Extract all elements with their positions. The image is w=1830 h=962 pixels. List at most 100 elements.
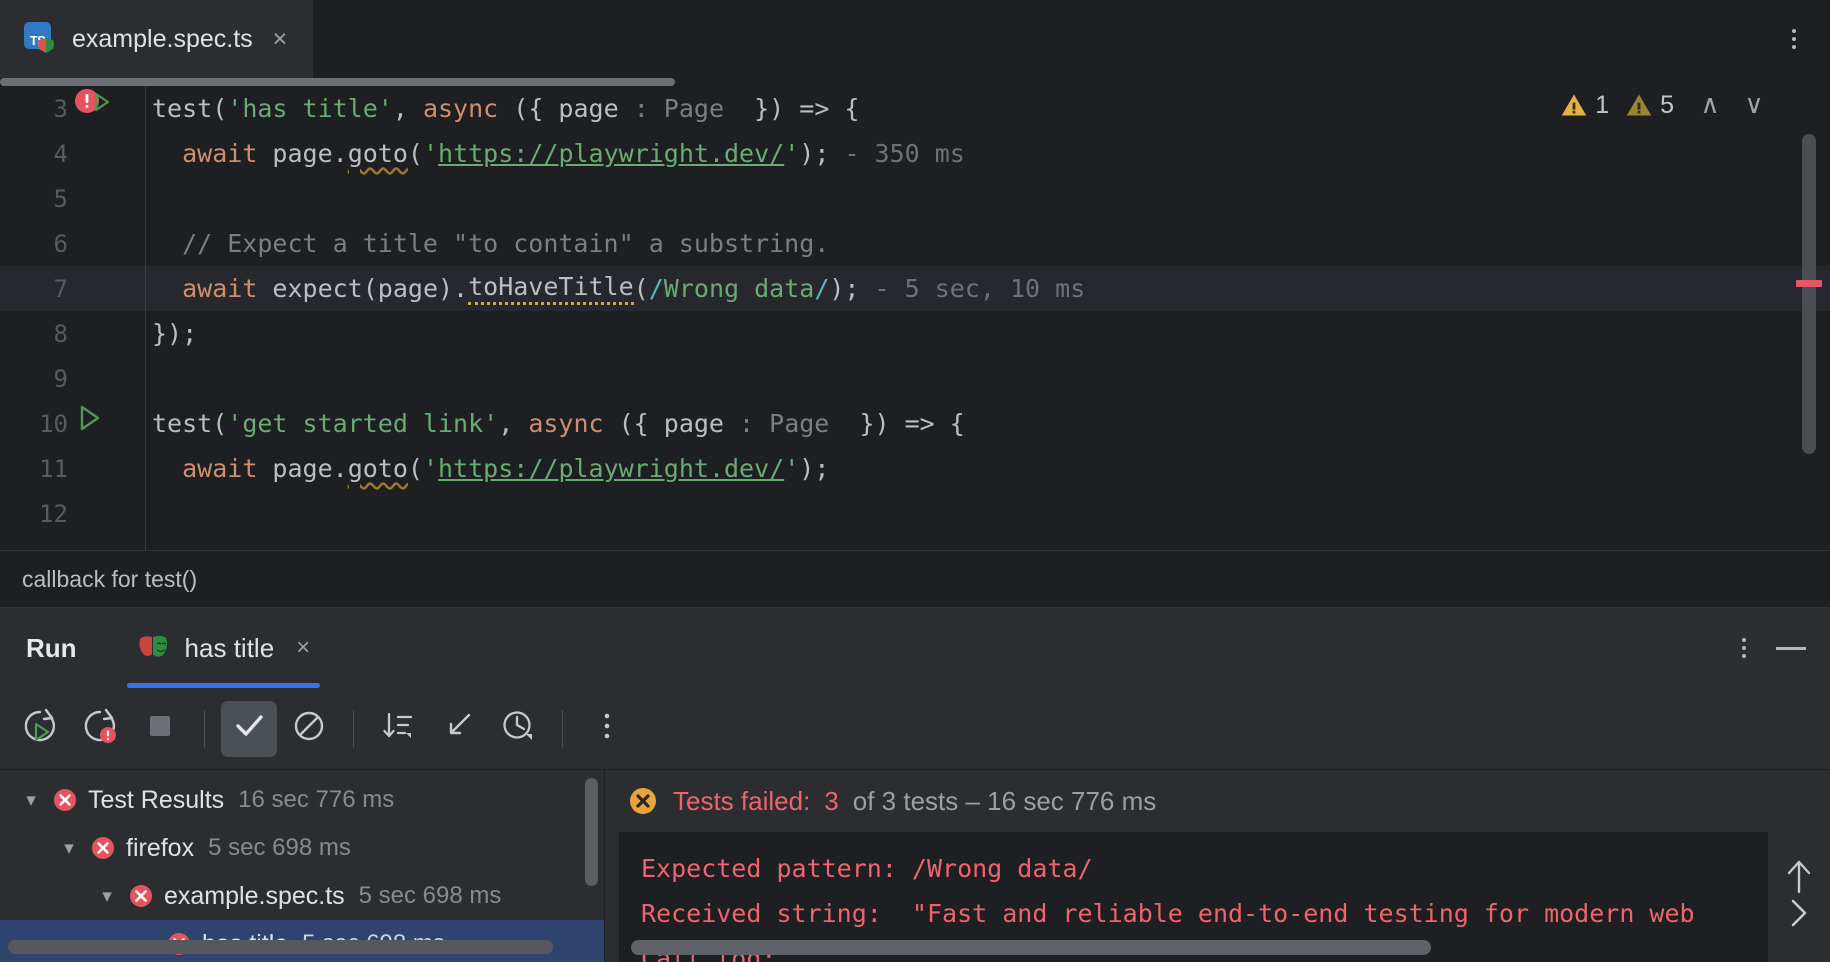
- gutter-row[interactable]: 9: [0, 356, 145, 401]
- code-line[interactable]: [146, 356, 1830, 401]
- sort-tests-button[interactable]: [370, 701, 426, 757]
- test-history-button[interactable]: [490, 701, 546, 757]
- chevron-down-icon[interactable]: ▾: [14, 789, 48, 811]
- test-tree-row[interactable]: ▾Test Results16 sec 776 ms: [0, 776, 604, 824]
- test-failed-icon: [51, 786, 79, 814]
- ide-window: TS example.spec.ts ×: [0, 0, 1830, 962]
- test-console-output[interactable]: Expected pattern: /Wrong data/Received s…: [619, 832, 1830, 962]
- tree-vertical-scrollbar[interactable]: [585, 778, 598, 886]
- toolbar-separator: [562, 710, 563, 748]
- run-toolbar: [0, 688, 1830, 770]
- code-line[interactable]: [146, 491, 1830, 536]
- code-token: Wrong data: [664, 274, 815, 303]
- run-header-actions: [1734, 630, 1806, 666]
- test-results-tree-pane[interactable]: ▾Test Results16 sec 776 ms▾firefox5 sec …: [0, 770, 605, 962]
- code-line[interactable]: await expect(page).toHaveTitle(/Wrong da…: [146, 266, 1830, 311]
- chevron-down-icon[interactable]: ▾: [52, 837, 86, 859]
- hide-ignored-toggle[interactable]: [281, 701, 337, 757]
- next-problem-button[interactable]: ∨: [1734, 90, 1774, 120]
- previous-problem-button[interactable]: ∧: [1690, 90, 1730, 120]
- code-line[interactable]: [146, 176, 1830, 221]
- code-token: );: [799, 139, 844, 168]
- stop-button[interactable]: [132, 701, 188, 757]
- code-token: await: [182, 139, 257, 168]
- code-token: [152, 274, 182, 303]
- code-token: 'get started link': [227, 409, 498, 438]
- gutter-row[interactable]: 3: [0, 86, 145, 131]
- editor-code-area[interactable]: test('has title', async ({ page : Page }…: [146, 86, 1830, 550]
- editor-tab-example-spec-ts[interactable]: TS example.spec.ts ×: [0, 0, 313, 78]
- console-horizontal-scrollbar[interactable]: [631, 940, 1431, 955]
- tests-total-label: of 3 tests – 16 sec 776 ms: [853, 786, 1157, 817]
- close-icon[interactable]: ×: [273, 27, 288, 52]
- code-line[interactable]: });: [146, 311, 1830, 356]
- test-tree-row[interactable]: ▾ firefox 5 sec 698 ms: [0, 824, 604, 872]
- code-token: : Page: [739, 409, 859, 438]
- editor-gutter[interactable]: 3 4 5 6 7 8910 1112: [0, 86, 146, 550]
- code-token: - 5 sec, 10 ms: [875, 274, 1086, 303]
- expand-collapse-button[interactable]: [430, 701, 486, 757]
- gutter-row[interactable]: 11: [0, 446, 145, 491]
- test-tree-row[interactable]: ▾example.spec.ts5 sec 698 ms: [0, 872, 604, 920]
- run-tab-active-indicator: [127, 683, 321, 688]
- chevron-down-icon[interactable]: ▾: [90, 885, 124, 907]
- failed-test-run-icon[interactable]: [72, 86, 142, 131]
- gutter-row[interactable]: 4: [0, 131, 145, 176]
- show-passed-toggle[interactable]: [221, 701, 277, 757]
- code-editor[interactable]: 1 5 ∧ ∨ 3 4 5 6 7 8910 1112 test('has title'…: [0, 78, 1830, 550]
- console-line: Expected pattern: /Wrong data/: [641, 846, 1830, 891]
- line-number: 7: [0, 275, 72, 303]
- console-side-rail: [1768, 832, 1830, 962]
- line-number: 5: [0, 185, 72, 213]
- test-duration: 5 sec 698 ms: [208, 834, 351, 862]
- code-token: ({ page: [498, 94, 633, 123]
- editor-vertical-scrollbar[interactable]: [1802, 134, 1816, 454]
- breadcrumb[interactable]: callback for test(): [0, 550, 1830, 608]
- test-summary-bar: Tests failed: 3 of 3 tests – 16 sec 776 …: [605, 770, 1830, 832]
- gutter-row[interactable]: 8: [0, 311, 145, 356]
- warning-indicator[interactable]: 1: [1560, 91, 1609, 120]
- code-line[interactable]: test('get started link', async ({ page :…: [146, 401, 1830, 446]
- chevron-right-icon: [1786, 896, 1812, 930]
- clock-history-icon: [498, 706, 538, 751]
- more-options-kebab-icon[interactable]: [1784, 21, 1804, 57]
- tree-horizontal-scrollbar[interactable]: [8, 940, 553, 954]
- code-token: ': [423, 454, 438, 483]
- editor-tab-bar: TS example.spec.ts ×: [0, 0, 1830, 78]
- code-token: ,: [393, 94, 423, 123]
- sort-descending-icon: [378, 706, 418, 751]
- more-options-kebab-icon[interactable]: [1734, 630, 1754, 666]
- gutter-row[interactable]: 7: [0, 266, 145, 311]
- code-line[interactable]: // Expect a title "to contain" a substri…: [146, 221, 1830, 266]
- rerun-failed-tests-button[interactable]: [72, 701, 128, 757]
- gutter-row[interactable]: 12: [0, 491, 145, 536]
- editor-error-stripe-marker[interactable]: [1796, 280, 1822, 287]
- close-icon[interactable]: ×: [296, 634, 310, 662]
- rerun-tests-button[interactable]: [12, 701, 68, 757]
- code-token: goto: [348, 139, 408, 168]
- test-tree-label: firefox: [126, 834, 194, 863]
- code-token: await: [182, 454, 257, 483]
- more-options-button[interactable]: [579, 701, 635, 757]
- no-entry-icon: [289, 706, 329, 751]
- code-token: }) => {: [859, 409, 964, 438]
- toolbar-separator: [353, 710, 354, 748]
- gutter-row[interactable]: 6: [0, 221, 145, 266]
- line-number: 6: [0, 230, 72, 258]
- scroll-up-button[interactable]: [1784, 858, 1814, 896]
- code-token: goto: [348, 454, 408, 483]
- weak-warning-indicator[interactable]: 5: [1625, 91, 1674, 120]
- gutter-row[interactable]: 10: [0, 401, 145, 446]
- playwright-masks-icon: [137, 633, 171, 663]
- code-line[interactable]: await page.goto('https://playwright.dev/…: [146, 131, 1830, 176]
- tests-failed-count: 3: [824, 786, 838, 817]
- gutter-row[interactable]: 5: [0, 176, 145, 221]
- test-results-tree[interactable]: ▾Test Results16 sec 776 ms▾firefox5 sec …: [0, 770, 604, 962]
- run-tab-has-title[interactable]: has title ×: [127, 608, 321, 688]
- next-panel-button[interactable]: [1786, 896, 1812, 930]
- more-options-kebab-icon: [587, 706, 627, 751]
- code-line[interactable]: await page.goto('https://playwright.dev/…: [146, 446, 1830, 491]
- editor-horizontal-scrollbar-top[interactable]: [0, 78, 1830, 86]
- minimize-icon[interactable]: [1776, 647, 1806, 650]
- run-test-play-icon[interactable]: [72, 401, 142, 446]
